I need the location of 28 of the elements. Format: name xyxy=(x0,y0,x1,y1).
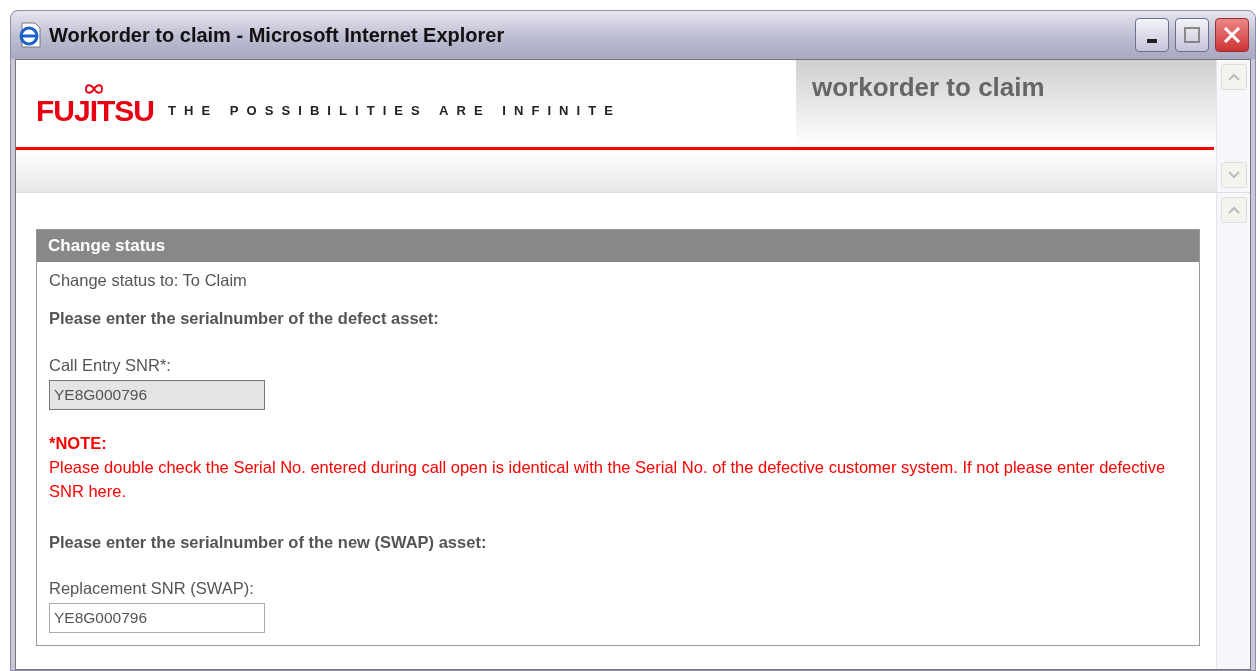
section-heading: Please enter the serialnumber of the new (SWAP) asset: xyxy=(49,531,488,553)
chevron-down-icon xyxy=(1226,170,1241,180)
chevron-up-icon xyxy=(1226,205,1241,215)
status-line: Change status to: To Claim xyxy=(49,269,248,291)
panel-title: Change status xyxy=(37,230,1199,262)
input-field[interactable]: YE8G000796 xyxy=(49,603,265,633)
browser-icon xyxy=(17,21,43,49)
field-label: Call Entry SNR*: xyxy=(49,355,172,376)
minimize-button[interactable] xyxy=(1135,18,1169,52)
maximize-icon xyxy=(1183,26,1201,44)
maximize-button[interactable] xyxy=(1175,18,1209,52)
chevron-up-icon xyxy=(1226,72,1241,82)
window-title: Workorder to claim - Microsoft Internet Explorer xyxy=(49,23,506,48)
scrollbar[interactable] xyxy=(1216,60,1250,192)
infinity-icon xyxy=(83,81,105,96)
scroll-up-button[interactable] xyxy=(1220,197,1247,223)
field-label: Replacement SNR (SWAP): xyxy=(49,578,255,600)
logo: FUJITSU xyxy=(36,95,154,126)
scroll-up-button[interactable] xyxy=(1220,64,1247,90)
scrollbar[interactable] xyxy=(1216,193,1250,669)
close-button[interactable] xyxy=(1215,18,1249,52)
scroll-down-button[interactable] xyxy=(1220,162,1247,188)
note-text: Please double check the Serial No. entered during call open is identical with the Serial No. of the defective customer system. If not please enter defective SNR here. xyxy=(49,456,1167,502)
section-heading: Please enter the serialnumber of the defect asset: xyxy=(49,308,440,330)
tagline: THE POSSIBILITIES ARE INFINITE xyxy=(168,101,621,120)
close-icon xyxy=(1222,25,1242,45)
minimize-icon xyxy=(1147,39,1157,43)
note-title: *NOTE: xyxy=(49,432,108,454)
